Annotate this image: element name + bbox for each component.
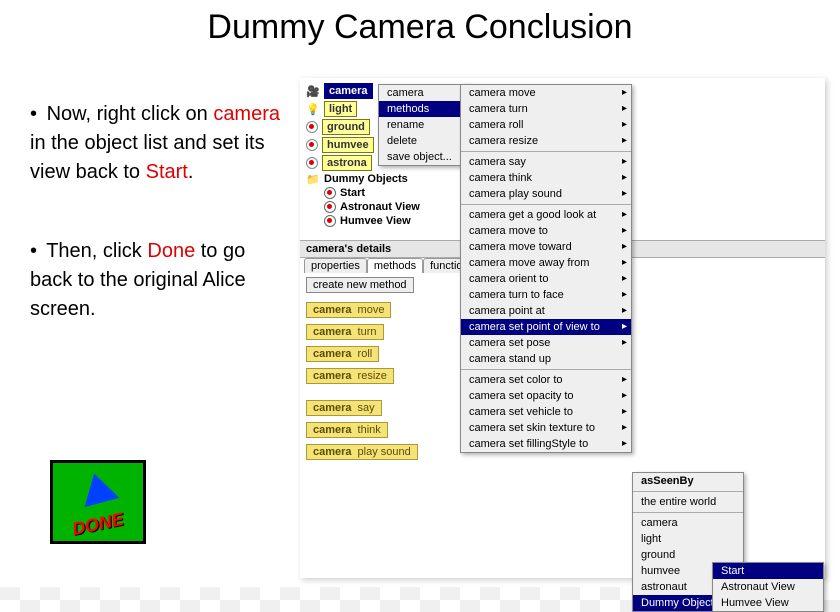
menu-item[interactable]: camera xyxy=(633,515,743,531)
menu-item[interactable]: camera move to xyxy=(461,223,631,239)
instruction-1: Now, right click on camera in the object… xyxy=(30,100,290,187)
done-label: DONE xyxy=(70,509,125,540)
tab-properties[interactable]: properties xyxy=(304,258,367,273)
light-icon xyxy=(306,103,320,115)
menu-item[interactable]: camera set point of view to xyxy=(461,319,631,335)
menu-item[interactable]: Start xyxy=(713,563,823,579)
done-badge[interactable]: DONE xyxy=(50,460,146,544)
method-tile[interactable]: camera play sound xyxy=(306,444,418,460)
menu-item[interactable]: camera set pose xyxy=(461,335,631,351)
object-icon xyxy=(306,157,318,169)
text-done: Done xyxy=(147,240,195,262)
menu-item[interactable]: Humvee View xyxy=(713,595,823,611)
tree-label: astrona xyxy=(322,155,372,171)
object-icon xyxy=(306,121,318,133)
create-new-method-button[interactable]: create new method xyxy=(306,277,414,293)
slide-title: Dummy Camera Conclusion xyxy=(0,8,840,47)
menu-item[interactable]: camera set fillingStyle to xyxy=(461,436,631,452)
alice-panel: camera light ground humvee astrona Dummy… xyxy=(300,78,825,578)
view-icon xyxy=(324,201,336,213)
instruction-2: Then, click Done to go back to the origi… xyxy=(30,237,290,324)
method-tile[interactable]: camera move xyxy=(306,302,391,318)
menu-item[interactable]: camera roll xyxy=(461,117,631,133)
tree-label: Dummy Objects xyxy=(324,173,408,185)
object-icon xyxy=(306,139,318,151)
menu-item[interactable]: camera set opacity to xyxy=(461,388,631,404)
menu-item[interactable]: camera play sound xyxy=(461,186,631,202)
text: Then, click xyxy=(46,240,147,262)
menu-item[interactable]: camera orient to xyxy=(461,271,631,287)
context-menu-4: StartAstronaut ViewHumvee View xyxy=(712,562,824,612)
text: Now, right click on xyxy=(47,103,214,125)
view-icon xyxy=(324,215,336,227)
arrow-icon xyxy=(77,469,120,507)
menu-item[interactable]: camera move away from xyxy=(461,255,631,271)
menu-item[interactable]: camera point at xyxy=(461,303,631,319)
tree-label: camera xyxy=(324,83,373,99)
menu-item[interactable]: camera turn xyxy=(461,101,631,117)
menu-item[interactable]: camera say xyxy=(461,154,631,170)
menu-item-delete[interactable]: delete xyxy=(379,133,469,149)
instructions: Now, right click on camera in the object… xyxy=(30,100,290,374)
menu-item-methods[interactable]: methods xyxy=(379,101,469,117)
menu-item[interactable]: camera move xyxy=(461,85,631,101)
tree-label: humvee xyxy=(322,137,374,153)
text-start: Start xyxy=(146,161,188,183)
menu-item[interactable]: asSeenBy xyxy=(633,473,743,489)
menu-item[interactable]: camera set color to xyxy=(461,372,631,388)
menu-item[interactable]: camera get a good look at xyxy=(461,207,631,223)
tree-label: ground xyxy=(322,119,370,135)
text-camera: camera xyxy=(213,103,280,125)
folder-icon xyxy=(306,173,320,185)
camera-icon xyxy=(306,85,320,97)
menu-item[interactable]: camera think xyxy=(461,170,631,186)
menu-item-camera[interactable]: camera xyxy=(379,85,469,101)
method-tile[interactable]: camera turn xyxy=(306,324,384,340)
menu-item-save-object[interactable]: save object... xyxy=(379,149,469,165)
menu-item[interactable]: camera stand up xyxy=(461,351,631,367)
method-tile[interactable]: camera think xyxy=(306,422,388,438)
tree-label: Astronaut View xyxy=(340,201,420,213)
view-icon xyxy=(324,187,336,199)
menu-item[interactable]: camera turn to face xyxy=(461,287,631,303)
menu-item[interactable]: Astronaut View xyxy=(713,579,823,595)
method-tile[interactable]: camera resize xyxy=(306,368,394,384)
menu-item-rename[interactable]: rename xyxy=(379,117,469,133)
menu-item[interactable]: camera resize xyxy=(461,133,631,149)
tree-label: light xyxy=(324,101,357,117)
menu-item[interactable]: camera move toward xyxy=(461,239,631,255)
menu-item[interactable]: ground xyxy=(633,547,743,563)
method-tile[interactable]: camera say xyxy=(306,400,382,416)
menu-item[interactable]: camera set vehicle to xyxy=(461,404,631,420)
tree-label: Humvee View xyxy=(340,215,411,227)
tree-label: Start xyxy=(340,187,365,199)
context-menu-1: camera methods rename delete save object… xyxy=(378,84,470,166)
text: . xyxy=(188,161,194,183)
context-menu-2: camera movecamera turncamera rollcamera … xyxy=(460,84,632,453)
method-tile[interactable]: camera roll xyxy=(306,346,379,362)
tab-methods[interactable]: methods xyxy=(367,258,423,273)
menu-item[interactable]: light xyxy=(633,531,743,547)
menu-item[interactable]: camera set skin texture to xyxy=(461,420,631,436)
menu-item[interactable]: the entire world xyxy=(633,494,743,510)
